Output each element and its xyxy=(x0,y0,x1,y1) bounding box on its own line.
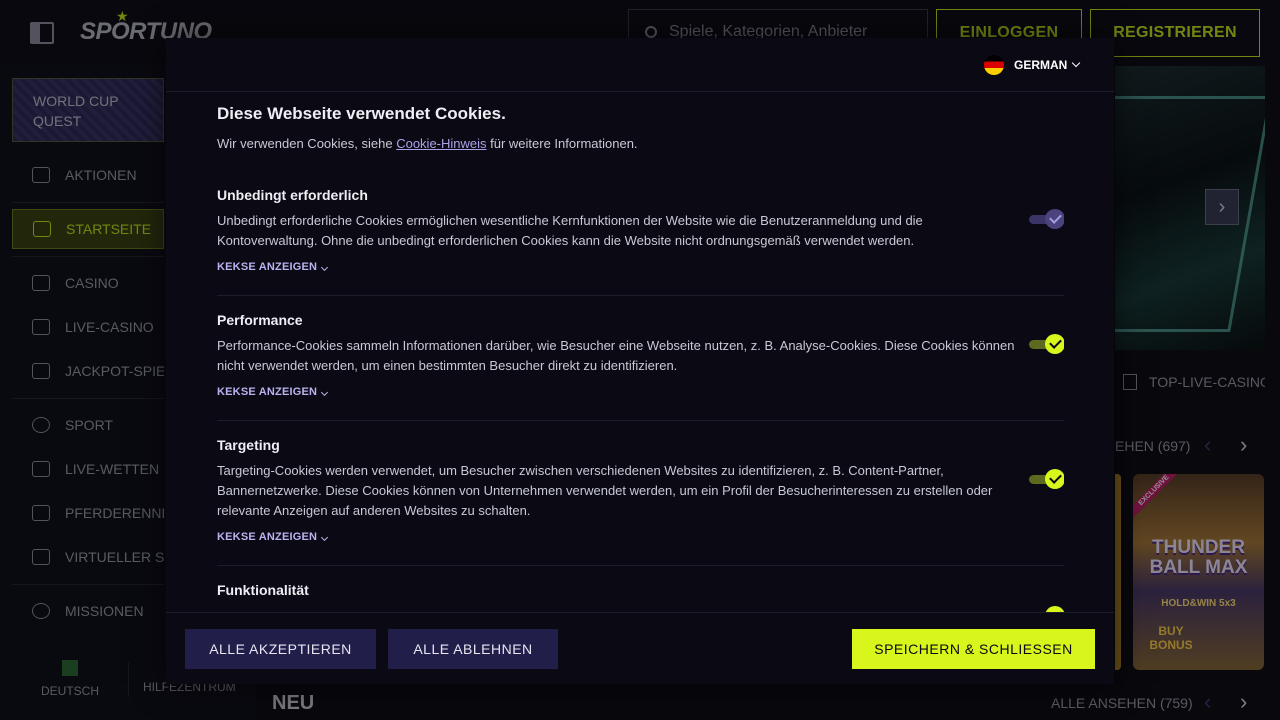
chevron-down-icon xyxy=(1072,58,1081,68)
chevron-down-icon xyxy=(321,263,329,272)
show-cookies-button[interactable]: KEKSE ANZEIGEN xyxy=(217,261,329,273)
section-title: Performance xyxy=(217,312,303,328)
save-and-close-button[interactable]: SPEICHERN & SCHLIESSEN xyxy=(852,629,1095,669)
show-cookies-button[interactable]: KEKSE ANZEIGEN xyxy=(217,531,329,543)
check-icon xyxy=(1045,334,1064,354)
dialog-header: GERMAN xyxy=(166,38,1114,92)
show-cookies-label: KEKSE ANZEIGEN xyxy=(217,386,318,398)
chevron-down-icon xyxy=(321,388,329,397)
reject-all-button[interactable]: ALLE ABLEHNEN xyxy=(388,629,558,669)
chevron-down-icon xyxy=(321,533,329,542)
section-divider xyxy=(217,295,1064,296)
german-flag-icon xyxy=(984,55,1004,75)
check-icon xyxy=(1045,469,1064,489)
show-cookies-label: KEKSE ANZEIGEN xyxy=(217,531,318,543)
section-description: Performance-Cookies sammeln Informatione… xyxy=(217,338,1015,373)
language-select[interactable]: GERMAN xyxy=(984,54,1081,76)
toggle-necessary[interactable] xyxy=(1029,209,1064,229)
section-description: Targeting-Cookies werden verwendet, um B… xyxy=(217,463,993,518)
intro-text: Wir verwenden Cookies, siehe xyxy=(217,136,397,151)
cookie-notice-link[interactable]: Cookie-Hinweis xyxy=(396,136,486,151)
intro-text: für weitere Informationen. xyxy=(486,136,638,151)
section-divider xyxy=(217,565,1064,566)
check-icon xyxy=(1045,209,1064,229)
section-description: Unbedingt erforderliche Cookies ermöglic… xyxy=(217,213,923,248)
cookie-consent-dialog: GERMAN Diese Webseite verwendet Cookies.… xyxy=(166,38,1114,684)
show-cookies-button[interactable]: KEKSE ANZEIGEN xyxy=(217,386,329,398)
toggle-performance[interactable] xyxy=(1029,334,1064,354)
show-cookies-label: KEKSE ANZEIGEN xyxy=(217,261,318,273)
dialog-title: Diese Webseite verwendet Cookies. xyxy=(217,104,506,123)
accept-all-button[interactable]: ALLE AKZEPTIEREN xyxy=(185,629,376,669)
toggle-targeting[interactable] xyxy=(1029,469,1064,489)
section-divider xyxy=(217,420,1064,421)
section-title: Targeting xyxy=(217,437,280,453)
dialog-footer: ALLE AKZEPTIEREN ALLE ABLEHNEN SPEICHERN… xyxy=(166,612,1114,684)
language-select-label: GERMAN xyxy=(1014,58,1068,72)
dialog-body[interactable]: Diese Webseite verwendet Cookies. Wir ve… xyxy=(217,92,1064,612)
section-title: Funktionalität xyxy=(217,582,309,598)
dialog-intro: Wir verwenden Cookies, siehe Cookie-Hinw… xyxy=(217,136,638,151)
section-title: Unbedingt erforderlich xyxy=(217,187,368,203)
